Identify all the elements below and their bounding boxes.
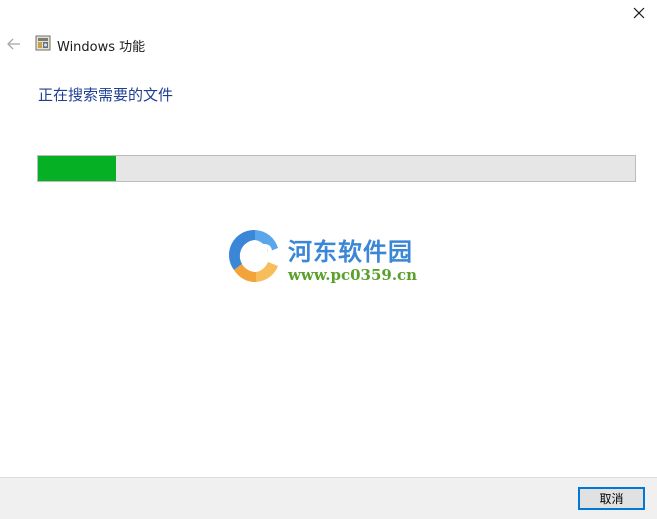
windows-features-dialog: Windows 功能 正在搜索需要的文件 河东软件园 www.pc0359.cn… xyxy=(0,0,657,519)
footer-bar: 取消 xyxy=(0,477,657,519)
back-arrow-icon[interactable] xyxy=(6,36,22,52)
windows-features-icon xyxy=(35,35,51,51)
title-bar: Windows 功能 xyxy=(0,30,657,58)
window-title: Windows 功能 xyxy=(57,40,146,55)
watermark-url: www.pc0359.cn xyxy=(288,266,418,284)
watermark-logo xyxy=(228,229,278,283)
watermark: 河东软件园 www.pc0359.cn xyxy=(226,226,436,290)
close-icon xyxy=(633,7,645,19)
cancel-button[interactable]: 取消 xyxy=(578,487,645,510)
progress-bar xyxy=(37,155,636,182)
progress-fill xyxy=(38,156,116,181)
status-heading: 正在搜索需要的文件 xyxy=(38,86,174,104)
close-button[interactable] xyxy=(627,2,651,24)
watermark-title: 河东软件园 xyxy=(288,237,413,266)
